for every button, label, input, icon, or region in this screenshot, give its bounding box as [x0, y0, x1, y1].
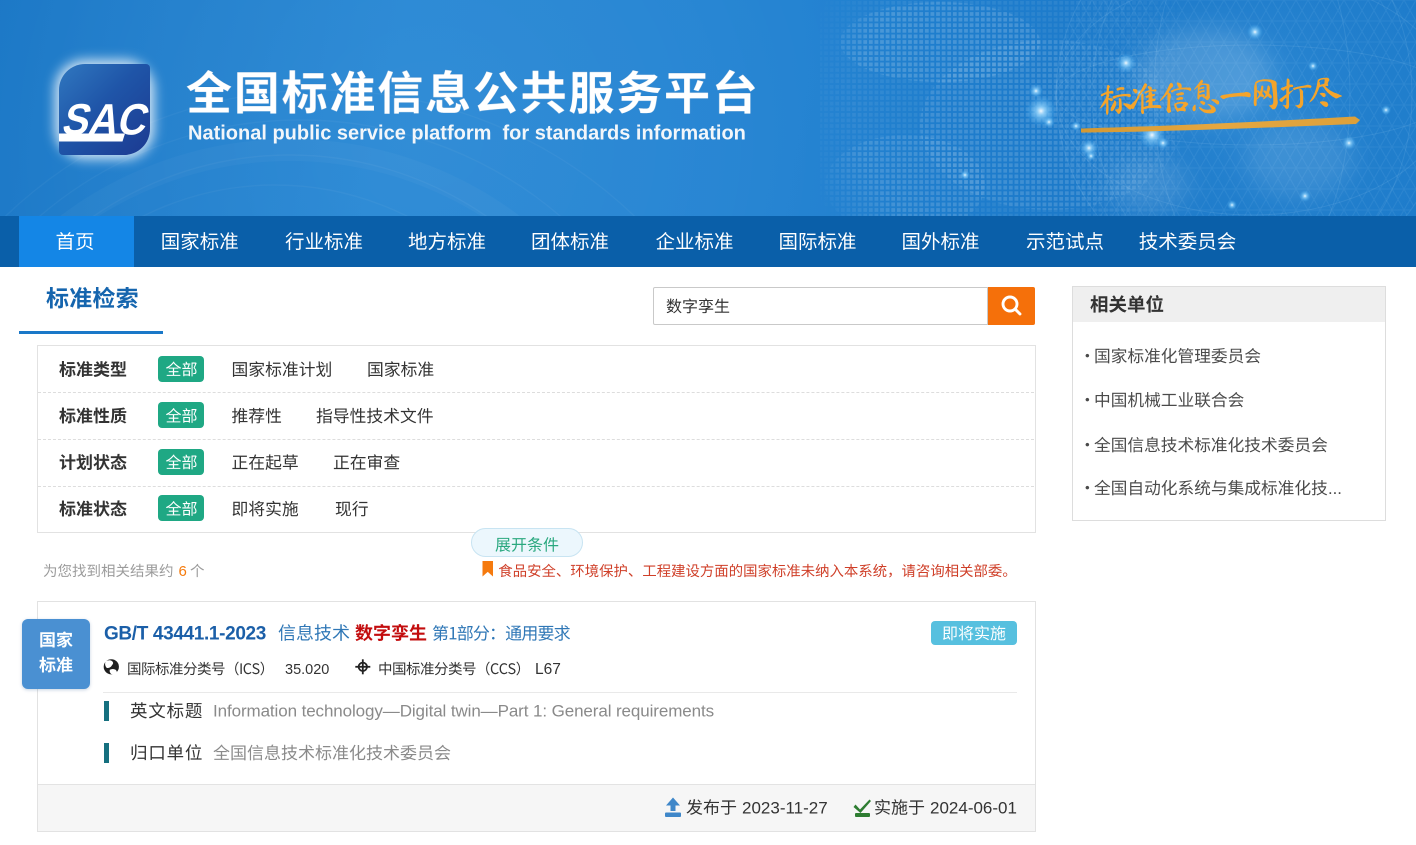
- svg-text:L67: L67: [535, 661, 561, 678]
- svg-text:35.020: 35.020: [285, 662, 329, 678]
- svg-text:GB/T 43441.1-2023: GB/T 43441.1-2023: [104, 624, 266, 645]
- svg-text:...: ...: [1328, 479, 1342, 498]
- svg-text:2023-11-27: 2023-11-27: [742, 799, 828, 818]
- svg-text:2024-06-01: 2024-06-01: [930, 799, 1017, 818]
- svg-text:National public service platfo: National public service platform for sta…: [188, 123, 746, 145]
- svg-text:6: 6: [179, 563, 187, 580]
- svg-text:Information technology—Digital: Information technology—Digital twin—Part…: [213, 702, 714, 721]
